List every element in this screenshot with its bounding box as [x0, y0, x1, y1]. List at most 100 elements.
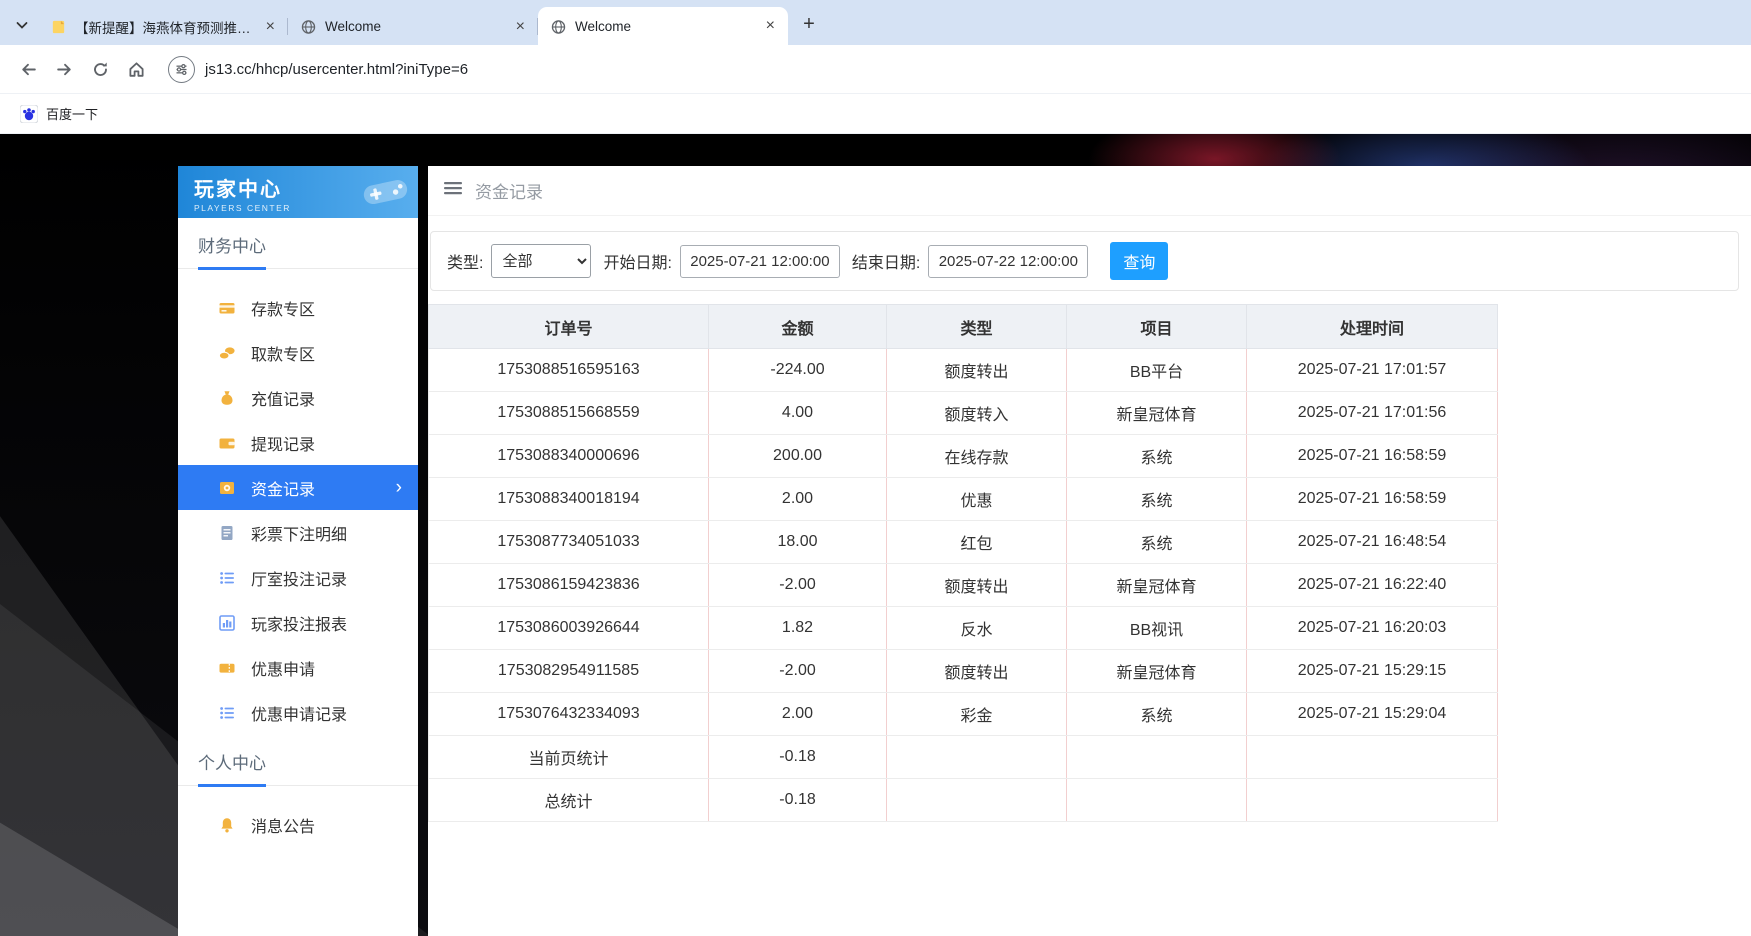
browser-tab[interactable]: Welcome ×	[288, 8, 538, 45]
tab-close-icon[interactable]: ×	[511, 18, 530, 36]
browser-tab[interactable]: 【新提醒】海燕体育预测推荐区×	[38, 8, 288, 45]
hamburger-icon[interactable]	[443, 179, 463, 202]
column-header: 金额	[709, 305, 887, 349]
sidebar-item-funds-record[interactable]: 资金记录 ›	[178, 465, 418, 510]
table-cell	[887, 736, 1067, 779]
sidebar-header: 玩家中心 PLAYERS CENTER	[178, 166, 418, 218]
table-cell: 1.82	[709, 607, 887, 650]
table-cell	[1247, 736, 1498, 779]
address-bar[interactable]: js13.cc/hhcp/usercenter.html?iniType=6	[168, 51, 1741, 87]
table-cell: 总统计	[429, 779, 709, 822]
table-row: 总统计-0.18	[429, 779, 1498, 822]
type-select[interactable]: 全部	[491, 244, 591, 278]
table-cell: 1753086003926644	[429, 607, 709, 650]
table-cell: 1753088515668559	[429, 392, 709, 435]
table-cell: 2025-07-21 15:29:04	[1247, 693, 1498, 736]
table-cell: 额度转出	[887, 349, 1067, 392]
sidebar-item-hall-bet-record[interactable]: 厅室投注记录	[178, 555, 418, 600]
recharge-record-icon	[218, 389, 236, 407]
table-cell: -2.00	[709, 650, 887, 693]
table-cell: 当前页统计	[429, 736, 709, 779]
sidebar-item-label: 存款专区	[251, 296, 315, 320]
url-text[interactable]: js13.cc/hhcp/usercenter.html?iniType=6	[205, 61, 468, 78]
table-row: 175308773405103318.00红包系统2025-07-21 16:4…	[429, 521, 1498, 564]
chevron-right-icon: ›	[396, 477, 402, 499]
sidebar-item-label: 充值记录	[251, 386, 315, 410]
sidebar-item-withdraw[interactable]: 取款专区	[178, 330, 418, 375]
new-tab-button[interactable]: +	[794, 9, 824, 39]
table-row: 17530764323340932.00彩金系统2025-07-21 15:29…	[429, 693, 1498, 736]
table-cell: 新皇冠体育	[1067, 564, 1247, 607]
sidebar-item-promo-apply[interactable]: 优惠申请	[178, 645, 418, 690]
tab-close-icon[interactable]: ×	[261, 18, 280, 36]
table-cell: 2025-07-21 16:58:59	[1247, 478, 1498, 521]
search-button[interactable]: 查询	[1110, 242, 1168, 280]
start-date-label: 开始日期:	[603, 249, 671, 273]
bookmarks-bar: 百度一下	[0, 94, 1751, 134]
table-cell: 在线存款	[887, 435, 1067, 478]
sidebar-item-label: 厅室投注记录	[251, 566, 347, 590]
sidebar-sections: 财务中心存款专区取款专区充值记录提现记录资金记录›彩票下注明细厅室投注记录玩家投…	[178, 232, 418, 847]
funds-record-table: 订单号金额类型项目处理时间 1753088516595163-224.00额度转…	[428, 304, 1498, 822]
site-settings-icon[interactable]	[168, 56, 195, 83]
globe-icon	[550, 18, 567, 35]
home-button[interactable]	[118, 51, 154, 87]
table-cell: 1753087734051033	[429, 521, 709, 564]
sidebar-item-withdrawal-record[interactable]: 提现记录	[178, 420, 418, 465]
sidebar-items: 存款专区取款专区充值记录提现记录资金记录›彩票下注明细厅室投注记录玩家投注报表优…	[178, 277, 418, 735]
table-cell: 2025-07-21 15:29:15	[1247, 650, 1498, 693]
funds-record-icon	[218, 479, 236, 497]
sidebar-item-recharge-record[interactable]: 充值记录	[178, 375, 418, 420]
table-cell: 优惠	[887, 478, 1067, 521]
sidebar-item-promo-apply-record[interactable]: 优惠申请记录	[178, 690, 418, 735]
sidebar-item-lottery-bet-detail[interactable]: 彩票下注明细	[178, 510, 418, 555]
sidebar-item-label: 资金记录	[251, 476, 315, 500]
sidebar-item-label: 提现记录	[251, 431, 315, 455]
end-date-input[interactable]	[928, 245, 1088, 278]
table-cell: 4.00	[709, 392, 887, 435]
table-row: 当前页统计-0.18	[429, 736, 1498, 779]
table-cell	[887, 779, 1067, 822]
browser-tab-active[interactable]: Welcome×	[538, 7, 788, 45]
sidebar-item-bell[interactable]: 消息公告	[178, 802, 418, 847]
forward-button[interactable]	[46, 51, 82, 87]
tab-close-icon[interactable]: ×	[761, 17, 780, 35]
back-button[interactable]	[10, 51, 46, 87]
page-header: 资金记录	[428, 166, 1751, 216]
start-date-input[interactable]	[680, 245, 840, 278]
table-cell: -224.00	[709, 349, 887, 392]
sidebar-section-title: 个人中心	[178, 749, 418, 786]
table-cell: 1753086159423836	[429, 564, 709, 607]
table-cell: 200.00	[709, 435, 887, 478]
end-date-label: 结束日期:	[852, 249, 920, 273]
table-cell: 18.00	[709, 521, 887, 564]
sidebar-item-deposit[interactable]: 存款专区	[178, 285, 418, 330]
table-header-row: 订单号金额类型项目处理时间	[429, 305, 1498, 349]
withdrawal-record-icon	[218, 434, 236, 452]
sidebar: 玩家中心 PLAYERS CENTER 财务中心存款专区取款专区充值记录提现记录…	[178, 166, 418, 936]
table-cell: 额度转出	[887, 650, 1067, 693]
table-cell: 2025-07-21 16:58:59	[1247, 435, 1498, 478]
table-cell: 2025-07-21 17:01:57	[1247, 349, 1498, 392]
bookmark-baidu[interactable]: 百度一下	[14, 100, 104, 127]
table-row: 1753088340000696200.00在线存款系统2025-07-21 1…	[429, 435, 1498, 478]
table-cell: 2.00	[709, 478, 887, 521]
table-cell: 新皇冠体育	[1067, 650, 1247, 693]
column-header: 处理时间	[1247, 305, 1498, 349]
sidebar-item-label: 优惠申请记录	[251, 701, 347, 725]
page-background: 玩家中心 PLAYERS CENTER 财务中心存款专区取款专区充值记录提现记录…	[0, 134, 1751, 936]
table-cell: 1753082954911585	[429, 650, 709, 693]
table-cell: 彩金	[887, 693, 1067, 736]
refresh-button[interactable]	[82, 51, 118, 87]
deposit-icon	[218, 299, 236, 317]
tab-title: Welcome	[325, 19, 503, 34]
table-cell: -2.00	[709, 564, 887, 607]
table-cell: -0.18	[709, 779, 887, 822]
table-cell: 2025-07-21 16:22:40	[1247, 564, 1498, 607]
bell-icon	[218, 816, 236, 834]
tab-search-chevron-icon[interactable]	[6, 7, 38, 43]
table-row: 1753088516595163-224.00额度转出BB平台2025-07-2…	[429, 349, 1498, 392]
sidebar-item-player-bet-report[interactable]: 玩家投注报表	[178, 600, 418, 645]
sidebar-item-label: 取款专区	[251, 341, 315, 365]
type-filter-label: 类型:	[447, 249, 483, 273]
